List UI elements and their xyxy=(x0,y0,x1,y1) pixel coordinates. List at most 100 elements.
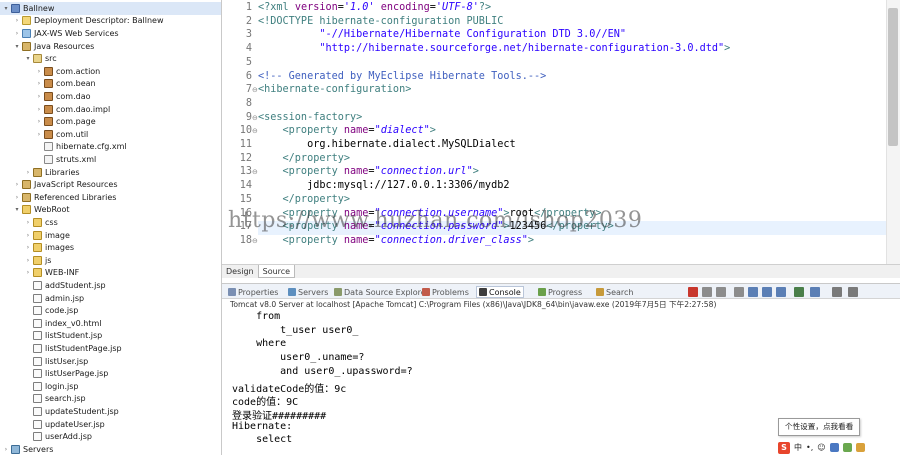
collapsed-arrow-icon[interactable]: › xyxy=(13,181,21,188)
collapsed-arrow-icon[interactable]: › xyxy=(13,30,21,37)
tree-item-addstudent-jsp[interactable]: addStudent.jsp xyxy=(0,279,221,292)
scrollbar-thumb[interactable] xyxy=(888,8,898,146)
collapsed-arrow-icon[interactable]: › xyxy=(13,17,21,24)
ime-status-bar[interactable]: S 中 •, ☺ xyxy=(778,440,898,455)
maximize-icon[interactable] xyxy=(848,287,858,297)
collapsed-arrow-icon[interactable]: › xyxy=(35,118,43,125)
fold-toggle-icon[interactable]: ⊖ xyxy=(252,86,258,94)
tree-item-updateuser-jsp[interactable]: updateUser.jsp xyxy=(0,418,221,431)
remove-launch-icon[interactable] xyxy=(702,287,712,297)
code-line[interactable]: org.hibernate.dialect.MySQLDialect xyxy=(258,139,516,150)
xml-editor[interactable]: 1 2 3 4 5 6 7 ⊖ 8 9 ⊖ 10 ⊖ 11 12 13 ⊖ 14 15 16 17 18 ⊖ <?xml v… xyxy=(222,0,900,264)
tree-item-javascript-resources[interactable]: › JavaScript Resources xyxy=(0,178,221,191)
tree-item-java-resources[interactable]: ▾ Java Resources xyxy=(0,40,221,53)
tree-item-css[interactable]: › css xyxy=(0,216,221,229)
display-console-icon[interactable] xyxy=(794,287,804,297)
skin-icon[interactable] xyxy=(842,443,852,452)
collapsed-arrow-icon[interactable]: › xyxy=(35,68,43,75)
code-line[interactable]: </property> xyxy=(258,194,350,205)
tree-item-com-dao-impl[interactable]: › com.dao.impl xyxy=(0,103,221,116)
tree-item-listuserpage-jsp[interactable]: listUserPage.jsp xyxy=(0,367,221,380)
scroll-lock-icon[interactable] xyxy=(748,287,758,297)
editor-vertical-scrollbar[interactable] xyxy=(886,0,900,264)
tree-item-search-jsp[interactable]: search.jsp xyxy=(0,393,221,406)
tree-item-listuser-jsp[interactable]: listUser.jsp xyxy=(0,355,221,368)
collapsed-arrow-icon[interactable]: › xyxy=(35,80,43,87)
tree-item-admin-jsp[interactable]: admin.jsp xyxy=(0,292,221,305)
code-line[interactable]: <!-- Generated by MyEclipse Hibernate To… xyxy=(258,71,546,82)
collapsed-arrow-icon[interactable]: › xyxy=(24,169,32,176)
tree-item-src[interactable]: ▾ src xyxy=(0,52,221,65)
open-console-icon[interactable] xyxy=(810,287,820,297)
tree-item-com-action[interactable]: › com.action xyxy=(0,65,221,78)
tree-item-js[interactable]: › js xyxy=(0,254,221,267)
collapsed-arrow-icon[interactable]: › xyxy=(24,269,32,276)
tree-item-webroot[interactable]: ▾ WebRoot xyxy=(0,204,221,217)
code-line[interactable]: <property name="connection.password">123… xyxy=(258,221,614,232)
fold-toggle-icon[interactable]: ⊖ xyxy=(252,168,258,176)
tree-item-code-jsp[interactable]: code.jsp xyxy=(0,304,221,317)
collapsed-arrow-icon[interactable]: › xyxy=(24,244,32,251)
ime-mode-label[interactable]: 中 xyxy=(794,442,802,453)
view-tab-console[interactable]: Console xyxy=(476,286,524,298)
code-line[interactable]: <property name="dialect"> xyxy=(258,125,436,136)
expanded-arrow-icon[interactable]: ▾ xyxy=(2,5,10,12)
code-line[interactable]: "-//Hibernate/Hibernate Configuration DT… xyxy=(258,29,626,40)
toolbox-icon[interactable] xyxy=(855,443,865,452)
code-line[interactable]: <hibernate-configuration> xyxy=(258,84,411,95)
keyboard-icon[interactable] xyxy=(829,443,839,452)
remove-all-icon[interactable] xyxy=(716,287,726,297)
tree-item-images[interactable]: › images xyxy=(0,241,221,254)
ime-punctuation-toggle[interactable]: •, xyxy=(806,443,813,452)
tree-item-ballnew[interactable]: ▾ Ballnew xyxy=(0,2,221,15)
code-line[interactable]: </property> xyxy=(258,153,350,164)
code-line[interactable]: <?xml version='1.0' encoding='UTF-8'?> xyxy=(258,2,491,13)
tree-item-com-dao[interactable]: › com.dao xyxy=(0,90,221,103)
ime-emoji-icon[interactable]: ☺ xyxy=(817,443,825,452)
minimize-icon[interactable] xyxy=(832,287,842,297)
tree-item-hibernate-cfg-xml[interactable]: hibernate.cfg.xml xyxy=(0,141,221,154)
tree-item-com-util[interactable]: › com.util xyxy=(0,128,221,141)
view-tab-problems[interactable]: Problems xyxy=(422,286,469,298)
tree-item-referenced-libraries[interactable]: › Referenced Libraries xyxy=(0,191,221,204)
view-tab-servers[interactable]: Servers xyxy=(288,286,328,298)
tree-item-struts-xml[interactable]: struts.xml xyxy=(0,153,221,166)
tree-item-liststudentpage-jsp[interactable]: listStudentPage.jsp xyxy=(0,342,221,355)
view-tab-progress[interactable]: Progress xyxy=(538,286,582,298)
collapsed-arrow-icon[interactable]: › xyxy=(24,232,32,239)
tree-item-deployment-descriptor-ballnew[interactable]: › Deployment Descriptor: Ballnew xyxy=(0,15,221,28)
clear-console-icon[interactable] xyxy=(734,287,744,297)
tab-design[interactable]: Design xyxy=(222,265,258,278)
collapsed-arrow-icon[interactable]: › xyxy=(35,93,43,100)
expanded-arrow-icon[interactable]: ▾ xyxy=(24,55,32,62)
code-line[interactable]: <property name="connection.url"> xyxy=(258,166,479,177)
code-line[interactable]: "http://hibernate.sourceforge.net/hibern… xyxy=(258,43,730,54)
pin-console-icon[interactable] xyxy=(776,287,786,297)
sogou-logo-icon[interactable]: S xyxy=(778,441,790,454)
terminate-icon[interactable] xyxy=(688,287,698,297)
tree-item-login-jsp[interactable]: login.jsp xyxy=(0,380,221,393)
tree-item-index-v0-html[interactable]: index_v0.html xyxy=(0,317,221,330)
view-tab-properties[interactable]: Properties xyxy=(228,286,278,298)
collapsed-arrow-icon[interactable]: › xyxy=(24,219,32,226)
code-line[interactable]: <!DOCTYPE hibernate-configuration PUBLIC xyxy=(258,16,503,27)
tree-item-libraries[interactable]: › Libraries xyxy=(0,166,221,179)
expanded-arrow-icon[interactable]: ▾ xyxy=(13,43,21,50)
collapsed-arrow-icon[interactable]: › xyxy=(24,257,32,264)
tree-item-useradd-jsp[interactable]: userAdd.jsp xyxy=(0,430,221,443)
tree-item-com-page[interactable]: › com.page xyxy=(0,115,221,128)
tree-item-web-inf[interactable]: › WEB-INF xyxy=(0,267,221,280)
fold-toggle-icon[interactable]: ⊖ xyxy=(252,237,258,245)
tree-item-jax-ws-web-services[interactable]: › JAX-WS Web Services xyxy=(0,27,221,40)
collapsed-arrow-icon[interactable]: › xyxy=(2,446,10,453)
tree-item-updatestudent-jsp[interactable]: updateStudent.jsp xyxy=(0,405,221,418)
tree-item-liststudent-jsp[interactable]: listStudent.jsp xyxy=(0,330,221,343)
view-tab-search[interactable]: Search xyxy=(596,286,633,298)
tree-item-com-bean[interactable]: › com.bean xyxy=(0,78,221,91)
code-line[interactable]: <property name="connection.driver_class"… xyxy=(258,235,535,246)
tree-item-servers[interactable]: › Servers xyxy=(0,443,221,455)
code-line[interactable]: <session-factory> xyxy=(258,112,362,123)
code-line[interactable]: <property name="connection.username">roo… xyxy=(258,208,602,219)
tab-source[interactable]: Source xyxy=(257,265,296,278)
fold-toggle-icon[interactable]: ⊖ xyxy=(252,114,258,122)
